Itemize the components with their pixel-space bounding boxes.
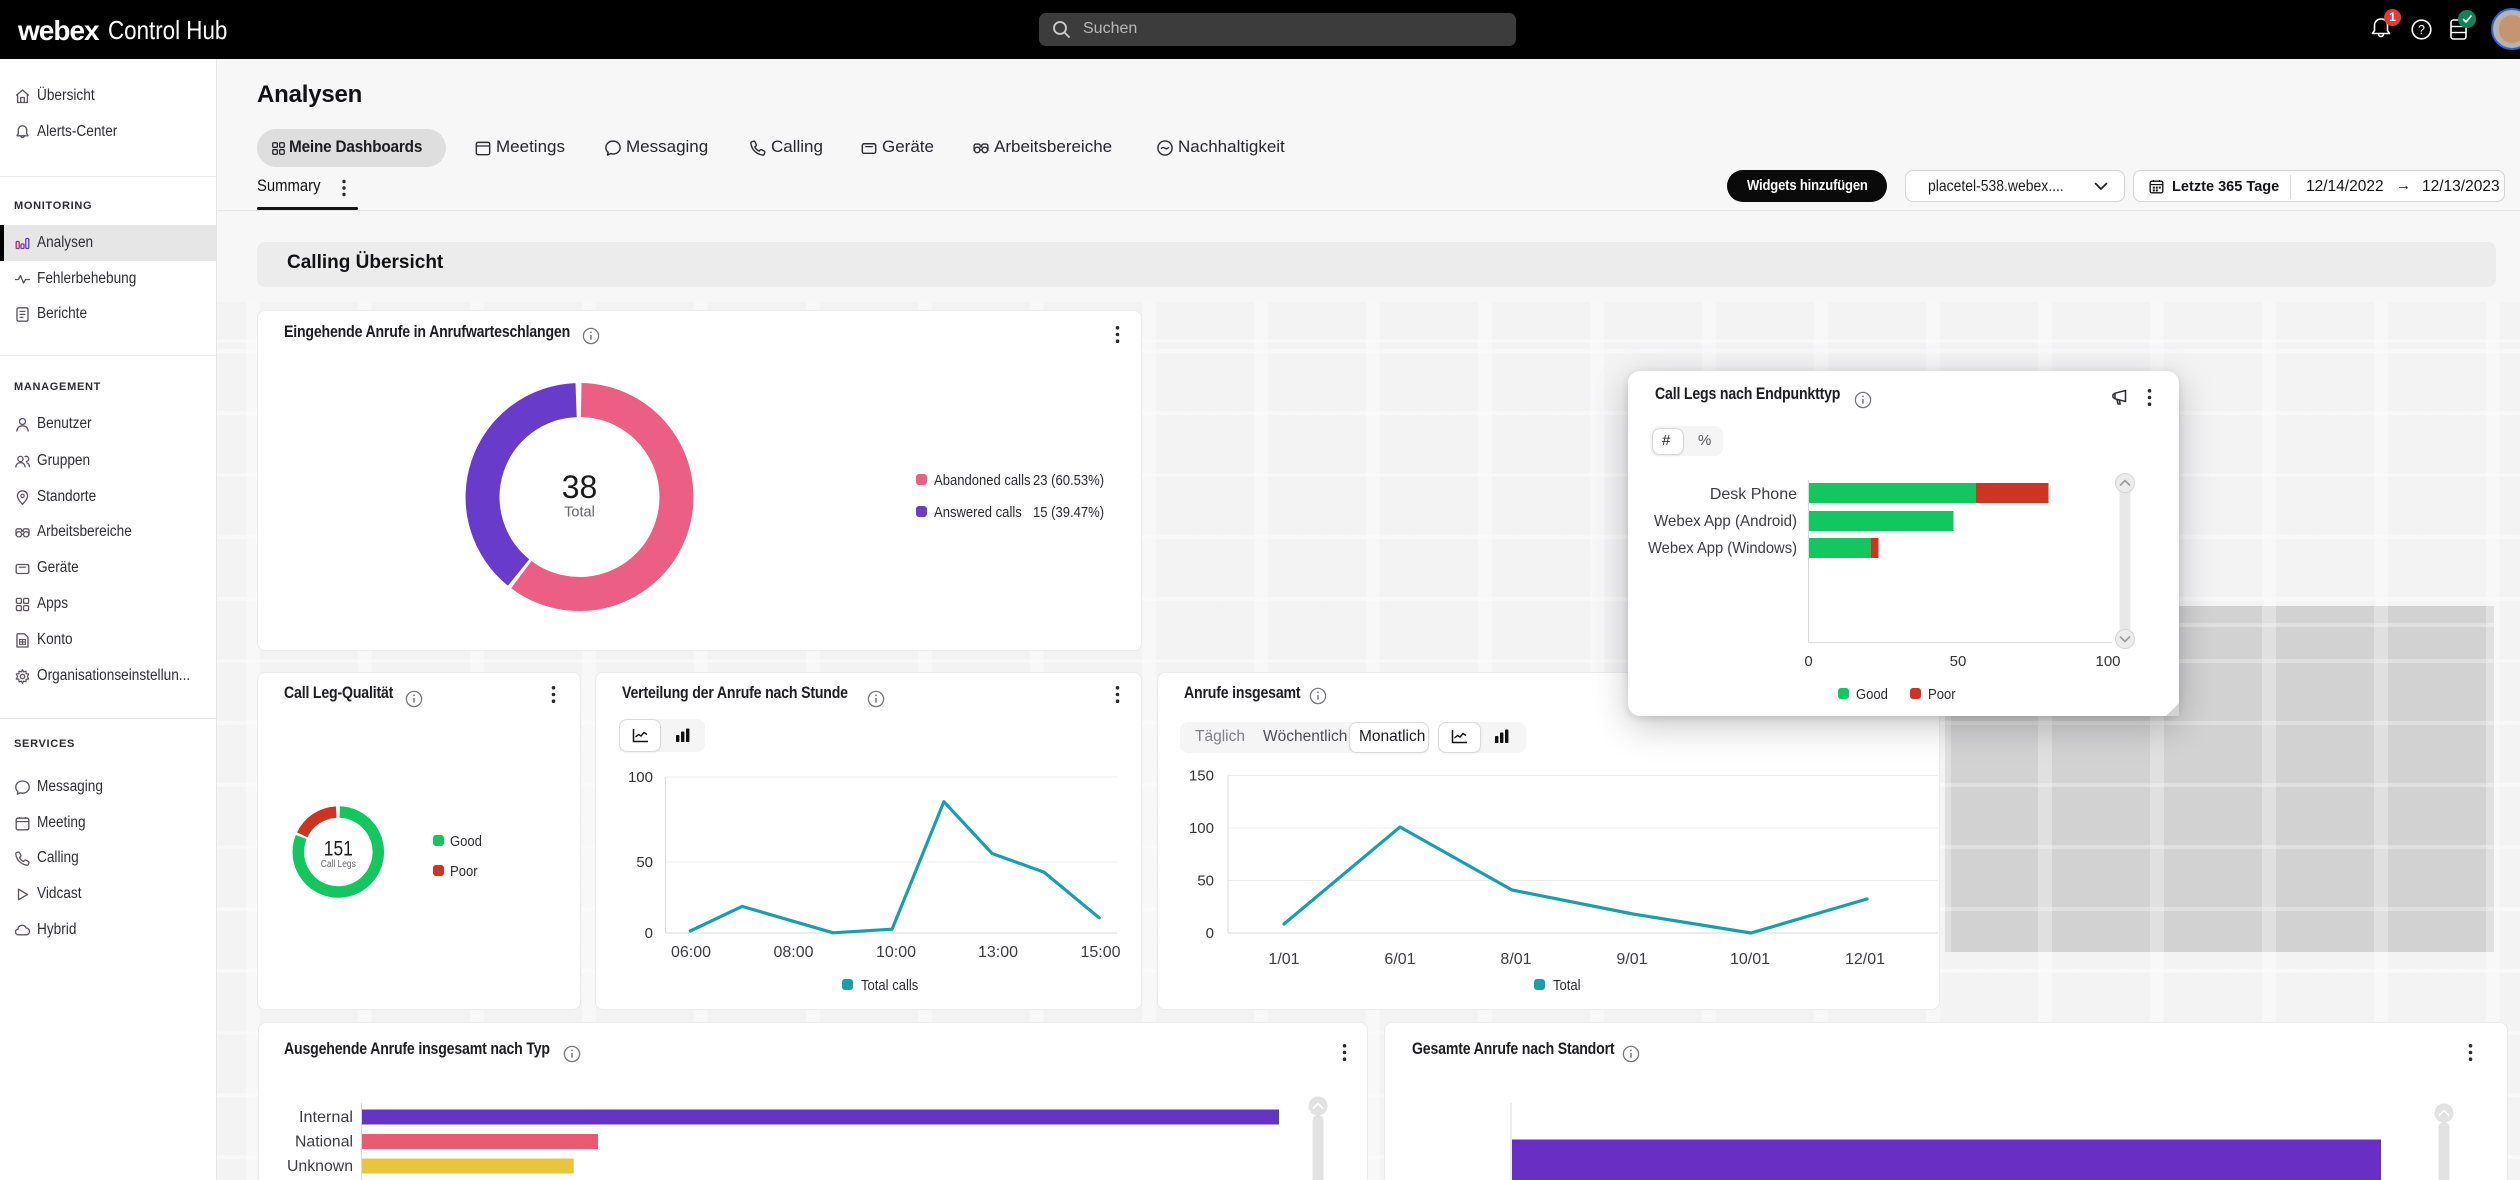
svg-text:Webex App (Android): Webex App (Android) — [1654, 513, 1797, 530]
svg-text:100: 100 — [1189, 820, 1214, 837]
svg-text:Total: Total — [564, 505, 595, 521]
svg-text:1/01: 1/01 — [1268, 951, 1299, 968]
svg-text:Call Legs: Call Legs — [321, 859, 356, 870]
svg-text:13:00: 13:00 — [978, 944, 1018, 961]
svg-text:10:00: 10:00 — [876, 944, 916, 961]
svg-text:0: 0 — [1206, 925, 1214, 942]
svg-text:50: 50 — [1197, 873, 1214, 890]
svg-text:0: 0 — [1804, 653, 1812, 670]
svg-text:?: ? — [2418, 23, 2425, 37]
svg-text:9/01: 9/01 — [1616, 951, 1647, 968]
svg-text:Unknown: Unknown — [287, 1158, 353, 1175]
svg-text:Internal: Internal — [299, 1109, 353, 1126]
svg-text:151: 151 — [324, 837, 353, 861]
svg-text:8/01: 8/01 — [1500, 951, 1531, 968]
svg-text:50: 50 — [1950, 653, 1967, 670]
svg-text:10/01: 10/01 — [1730, 951, 1770, 968]
svg-text:0: 0 — [645, 925, 653, 942]
svg-text:06:00: 06:00 — [671, 944, 711, 961]
svg-text:15:00: 15:00 — [1080, 944, 1120, 961]
svg-text:Webex App (Windows): Webex App (Windows) — [1648, 540, 1797, 557]
svg-text:50: 50 — [636, 854, 653, 871]
svg-text:08:00: 08:00 — [773, 944, 813, 961]
svg-text:6/01: 6/01 — [1384, 951, 1415, 968]
svg-text:12/01: 12/01 — [1845, 951, 1885, 968]
svg-text:Desk Phone: Desk Phone — [1710, 486, 1797, 503]
svg-text:150: 150 — [1189, 768, 1214, 785]
svg-text:38: 38 — [562, 469, 598, 505]
svg-text:100: 100 — [628, 769, 653, 786]
svg-text:National: National — [295, 1134, 353, 1151]
svg-text:100: 100 — [2095, 653, 2120, 670]
